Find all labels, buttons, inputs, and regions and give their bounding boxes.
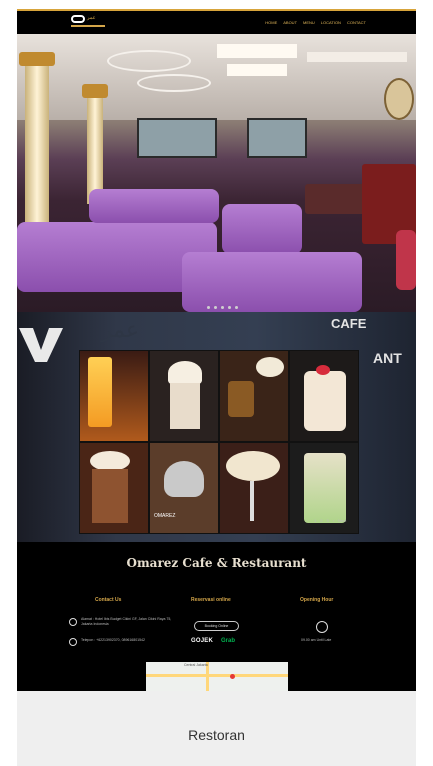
photo-tile[interactable]	[79, 442, 149, 534]
main-nav: HOME ABOUT MENU LOCATION CONTACT	[265, 20, 366, 26]
ceiling-ring	[107, 50, 191, 72]
column-capital	[82, 84, 108, 98]
drink-photo-grid: OMAREZ	[79, 350, 359, 534]
info-section: Omarez Cafe & Restaurant Contact Us Alam…	[17, 542, 416, 691]
gallery-next-arrow-icon[interactable]: ›	[333, 518, 334, 523]
grab-link[interactable]: Grab	[221, 638, 235, 644]
website-screenshot-card: عمر HOME ABOUT MENU LOCATION CONTACT عمر…	[17, 9, 416, 691]
storefront-sign-cafe: CAFE	[331, 316, 367, 331]
nav-home[interactable]: HOME	[265, 20, 277, 26]
image-caption: Restoran	[188, 727, 245, 743]
purple-sofa	[89, 189, 219, 223]
opening-hour-text: 09.00 am Until Late	[301, 638, 332, 642]
logo-mark-icon	[71, 15, 85, 23]
map-pin-icon	[230, 674, 235, 679]
gojek-link[interactable]: GOJEK	[191, 638, 213, 644]
photo-tile[interactable]	[79, 350, 149, 442]
nav-menu[interactable]: MENU	[303, 20, 315, 26]
storefront-logo-icon	[19, 328, 63, 362]
photo-tile[interactable]	[219, 442, 289, 534]
logo-underline	[71, 25, 105, 27]
booking-online-button[interactable]: Booking Online	[194, 621, 239, 631]
photo-tile[interactable]	[149, 350, 219, 442]
map-road	[146, 674, 288, 677]
contact-address: Alamat : Hotel Ibis Budget Cikini GF, Ja…	[81, 617, 172, 626]
clock-icon	[316, 621, 328, 633]
nav-location[interactable]: LOCATION	[321, 20, 341, 26]
hero-slider[interactable]	[17, 34, 416, 312]
hero-carousel-dots[interactable]	[207, 306, 238, 309]
contact-phone: Telepon : +62213902370, 089616801542	[81, 638, 145, 642]
hero-table	[305, 184, 365, 214]
hero-ceiling	[17, 34, 416, 120]
carousel-dot[interactable]	[228, 306, 231, 309]
logo-text: عمر	[87, 15, 96, 21]
carousel-dot[interactable]	[214, 306, 217, 309]
gallery-next-link[interactable]: Next	[338, 518, 346, 523]
gallery-page-3[interactable]: 3	[326, 518, 328, 523]
gallery-page-2[interactable]: 2	[320, 518, 322, 523]
gallery-page-1[interactable]: 1	[314, 518, 316, 523]
carousel-dot[interactable]	[207, 306, 210, 309]
nav-contact[interactable]: CONTACT	[347, 20, 366, 26]
photo-tile[interactable]	[219, 350, 289, 442]
restaurant-title: Omarez Cafe & Restaurant	[126, 556, 307, 570]
column-capital	[19, 52, 55, 66]
gallery-pagination: 1 2 3 › Next	[314, 518, 346, 523]
photo-tile[interactable]: OMAREZ	[149, 442, 219, 534]
reservation-heading: Reservasi online	[191, 597, 231, 603]
hero-window	[247, 118, 307, 158]
location-pin-icon	[69, 618, 77, 626]
caption-bar: Restoran	[17, 691, 416, 766]
storefront-logo-sign	[17, 322, 65, 366]
photo-tile[interactable]	[289, 350, 359, 442]
site-logo[interactable]: عمر	[71, 15, 105, 32]
ceiling-panel	[307, 52, 407, 62]
purple-sofa	[222, 204, 302, 254]
map-label: Central Jakarta	[184, 663, 208, 667]
hero-column	[82, 84, 108, 204]
menu-gallery: عمر CAFE ANT OMAREZ 1 2 3 › Next	[17, 312, 416, 542]
carousel-dot[interactable]	[221, 306, 224, 309]
ceiling-panel	[227, 64, 287, 76]
location-map[interactable]: Central Jakarta	[146, 662, 288, 691]
nav-about[interactable]: ABOUT	[283, 20, 297, 26]
ceiling-ring	[137, 74, 211, 92]
hero-window	[137, 118, 217, 158]
phone-icon	[69, 638, 77, 646]
ceiling-panel	[217, 44, 297, 58]
site-header: عمر HOME ABOUT MENU LOCATION CONTACT	[17, 9, 416, 34]
contact-heading: Contact Us	[95, 597, 122, 603]
wall-clock-icon	[384, 78, 414, 120]
hero-column	[19, 52, 55, 232]
storefront-sign-restaurant: ANT	[373, 350, 402, 366]
purple-sofa	[182, 252, 362, 312]
carousel-dot[interactable]	[235, 306, 238, 309]
red-chair	[396, 230, 416, 290]
opening-hour-heading: Opening Hour	[300, 597, 334, 603]
storefront-sign-arabic: عمر	[101, 318, 141, 343]
